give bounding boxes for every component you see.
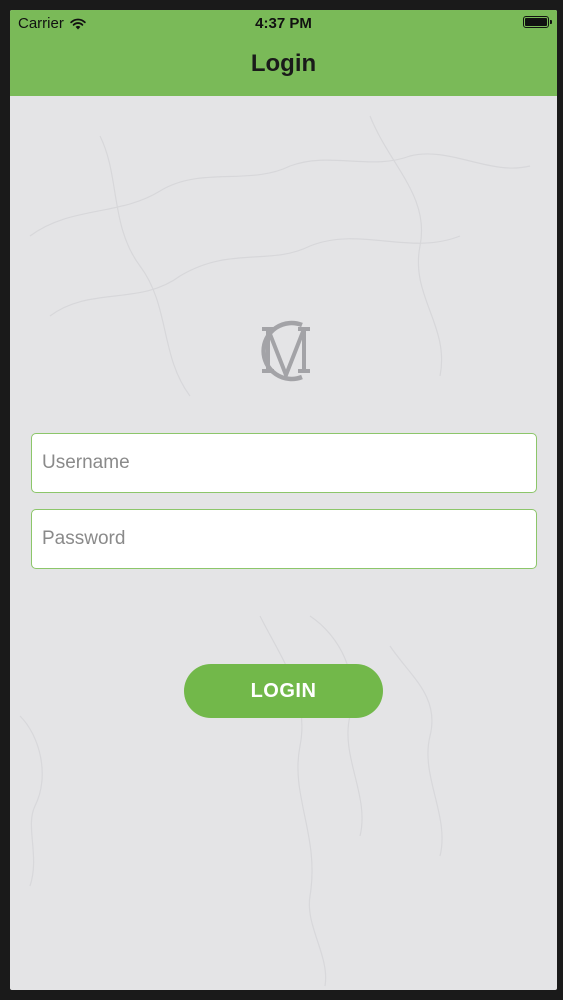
clock: 4:37 PM <box>255 15 312 32</box>
password-input[interactable] <box>31 509 537 569</box>
username-input[interactable] <box>31 433 537 493</box>
page-title: Login <box>250 50 317 77</box>
app-screen: Carrier 4:37 PM Login LOGIN <box>10 10 557 990</box>
status-bar: Carrier 4:37 PM <box>10 10 557 36</box>
navigation-bar: Login <box>10 36 557 96</box>
monogram-logo-icon <box>261 320 310 382</box>
login-button[interactable]: LOGIN <box>184 664 383 718</box>
battery-icon <box>523 16 552 28</box>
